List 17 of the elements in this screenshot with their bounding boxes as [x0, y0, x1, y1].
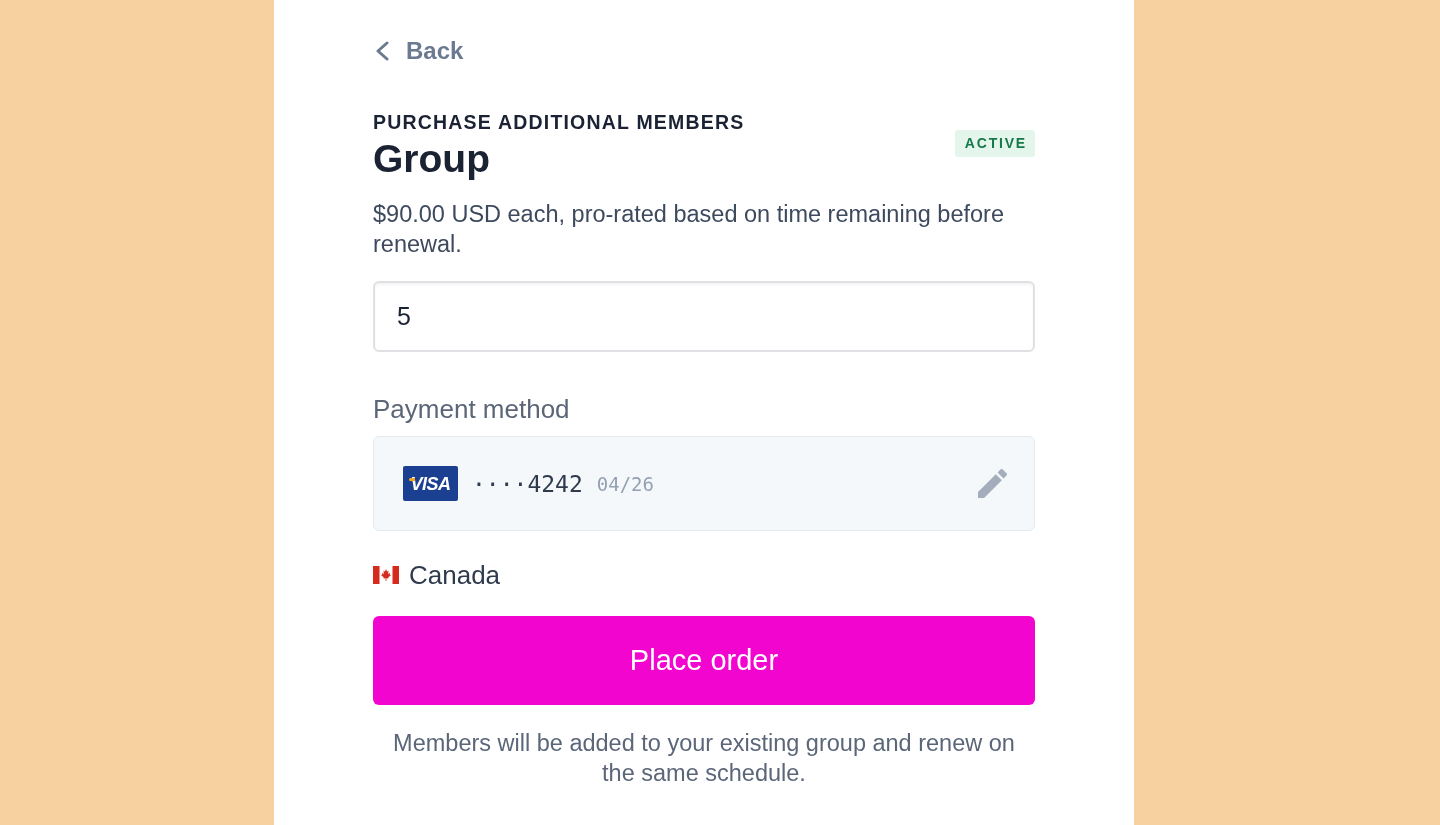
payment-method-label: Payment method	[373, 394, 571, 424]
flag-icon	[373, 566, 399, 584]
back-link[interactable]: Back	[373, 36, 464, 66]
section-eyebrow: PURCHASE ADDITIONAL MEMBERS	[373, 110, 745, 134]
quantity-input[interactable]: 5	[373, 281, 1035, 352]
footnote-text: Members will be added to your existing group and renew on the same schedule.	[392, 729, 1016, 788]
pencil-icon	[978, 469, 1007, 498]
plan-title: Group	[373, 136, 490, 182]
chevron-left-icon	[375, 41, 389, 61]
country-name: Canada	[409, 560, 501, 590]
edit-button[interactable]	[978, 469, 1007, 498]
status-badge: ACTIVE	[954, 129, 1035, 157]
price-description: $90.00 USD each, pro-rated based on time remaining before renewal.	[373, 200, 1005, 259]
place-order-button[interactable]: Place order	[373, 616, 1035, 705]
card-number: ····4242	[472, 470, 583, 497]
card-brand-logo: VISA	[403, 466, 458, 501]
card-expiry: 04/26	[596, 472, 654, 495]
